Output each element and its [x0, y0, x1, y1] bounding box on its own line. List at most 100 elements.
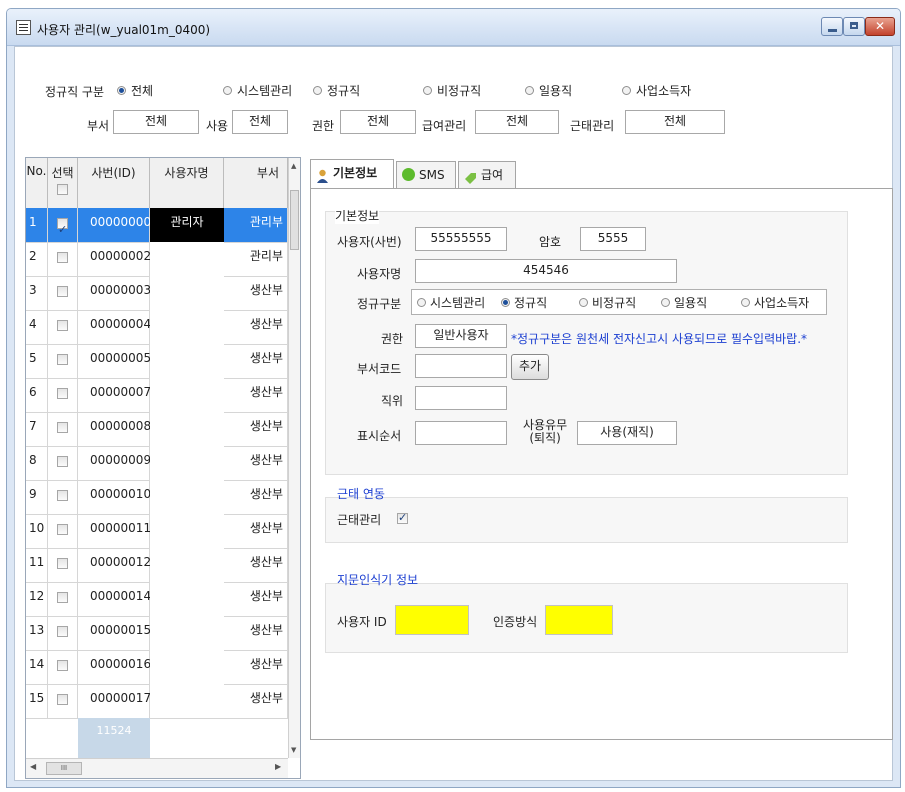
- row-select-checkbox[interactable]: [57, 388, 68, 399]
- row-select-cell: [48, 344, 78, 378]
- type-option-label[interactable]: 비정규직: [592, 294, 636, 311]
- table-row[interactable]: 1 00000000관리자관리부: [26, 208, 288, 244]
- filter-pay-field[interactable]: 전체: [475, 110, 559, 134]
- table-row[interactable]: 12 00000014 생산부: [26, 582, 288, 617]
- filter-type-radio-4[interactable]: [525, 86, 534, 95]
- table-row[interactable]: 6 00000007 생산부: [26, 378, 288, 413]
- password-label: 암호: [539, 235, 562, 249]
- table-row[interactable]: 11 00000012 생산부: [26, 548, 288, 583]
- attendance-checkbox[interactable]: [397, 511, 408, 524]
- type-radio-2[interactable]: [579, 298, 588, 307]
- filter-att-field[interactable]: 전체: [625, 110, 725, 134]
- position-field[interactable]: [415, 386, 507, 410]
- header-select[interactable]: 선택: [48, 158, 78, 208]
- filter-type-option-label[interactable]: 정규직: [327, 82, 360, 99]
- add-dept-button[interactable]: 추가: [511, 354, 549, 380]
- filter-type-option-label[interactable]: 사업소득자: [636, 82, 691, 99]
- horizontal-scroll-thumb[interactable]: III: [46, 762, 82, 775]
- vertical-scroll-thumb[interactable]: [290, 190, 299, 250]
- header-dept[interactable]: 부서: [224, 158, 288, 208]
- table-row[interactable]: 8 00000009 생산부: [26, 446, 288, 481]
- table-row[interactable]: 15 00000017 생산부: [26, 684, 288, 719]
- use-status-field[interactable]: 사용(재직): [577, 421, 677, 445]
- filter-use-field[interactable]: 전체: [232, 110, 288, 134]
- row-select-checkbox[interactable]: [57, 626, 68, 637]
- header-name[interactable]: 사용자명: [150, 158, 224, 208]
- scroll-right-arrow-icon[interactable]: ▶: [275, 762, 281, 771]
- row-select-checkbox[interactable]: [57, 320, 68, 331]
- header-no[interactable]: No.: [26, 158, 48, 208]
- row-select-checkbox[interactable]: [57, 592, 68, 603]
- select-all-checkbox[interactable]: [57, 184, 68, 195]
- fingerprint-user-id-field[interactable]: [395, 605, 469, 635]
- filter-type-option-label[interactable]: 비정규직: [437, 82, 481, 99]
- row-select-checkbox[interactable]: [57, 694, 68, 705]
- row-select-checkbox[interactable]: [57, 286, 68, 297]
- tab-pay[interactable]: 급여: [458, 161, 516, 189]
- filter-type-radio-3[interactable]: [423, 86, 432, 95]
- row-select-checkbox[interactable]: [57, 660, 68, 671]
- table-row[interactable]: 5 00000005 생산부: [26, 344, 288, 379]
- row-dept: 생산부: [224, 514, 288, 548]
- row-dept: 관리부: [224, 242, 288, 276]
- filter-type-radio-1[interactable]: [223, 86, 232, 95]
- dept-code-field[interactable]: [415, 354, 507, 378]
- row-select-checkbox[interactable]: [57, 422, 68, 433]
- scroll-left-arrow-icon[interactable]: ◀: [30, 762, 36, 771]
- table-row[interactable]: 3 00000003 생산부: [26, 276, 288, 311]
- row-select-checkbox[interactable]: [57, 252, 68, 263]
- minimize-button[interactable]: [821, 17, 843, 36]
- table-row[interactable]: 13 00000015 생산부: [26, 616, 288, 651]
- user-name-field[interactable]: 454546: [415, 259, 677, 283]
- password-field[interactable]: 5555: [580, 227, 646, 251]
- filter-type-option-label[interactable]: 전체: [131, 82, 153, 99]
- row-select-checkbox[interactable]: [57, 216, 68, 244]
- scroll-down-arrow-icon[interactable]: ▼: [291, 746, 296, 754]
- type-option-label[interactable]: 사업소득자: [754, 294, 809, 311]
- maximize-button[interactable]: [843, 17, 865, 36]
- tab-sms[interactable]: SMS: [396, 161, 456, 189]
- row-select-checkbox[interactable]: [57, 558, 68, 569]
- row-select-checkbox[interactable]: [57, 524, 68, 535]
- tab-basic-info-label: 기본정보: [333, 166, 378, 180]
- display-order-label: 표시순서: [357, 429, 402, 443]
- filter-dept-field[interactable]: 전체: [113, 110, 199, 134]
- type-option-label[interactable]: 일용직: [674, 294, 707, 311]
- filter-type-option-label[interactable]: 시스템관리: [237, 82, 292, 99]
- filter-type-option-label[interactable]: 일용직: [539, 82, 572, 99]
- type-option-label[interactable]: 정규직: [514, 294, 547, 311]
- table-row[interactable]: 9 00000010 생산부: [26, 480, 288, 515]
- filter-type-radio-2[interactable]: [313, 86, 322, 95]
- row-select-checkbox[interactable]: [57, 456, 68, 467]
- table-row[interactable]: 10 00000011 생산부: [26, 514, 288, 549]
- dept-code-label: 부서코드: [357, 362, 402, 376]
- row-select-checkbox[interactable]: [57, 490, 68, 501]
- display-order-field[interactable]: [415, 421, 507, 445]
- row-dept: 생산부: [224, 310, 288, 344]
- table-row[interactable]: 4 00000004 생산부: [26, 310, 288, 345]
- scroll-up-arrow-icon[interactable]: ▲: [291, 162, 296, 170]
- header-id[interactable]: 사번(ID): [78, 158, 150, 208]
- row-select-checkbox[interactable]: [57, 354, 68, 365]
- filter-type-radio-0[interactable]: [117, 86, 126, 95]
- table-row[interactable]: 7 00000008 생산부: [26, 412, 288, 447]
- tab-basic-info[interactable]: 기본정보: [310, 159, 394, 189]
- row-no: 10: [26, 514, 48, 548]
- type-radio-0[interactable]: [417, 298, 426, 307]
- filter-auth-field[interactable]: 전체: [340, 110, 416, 134]
- close-button[interactable]: [865, 17, 895, 36]
- table-row[interactable]: 14 00000016 생산부: [26, 650, 288, 685]
- user-no-label: 사용자(사번): [337, 235, 402, 249]
- type-radio-3[interactable]: [661, 298, 670, 307]
- grid-horizontal-scrollbar[interactable]: ◀ III ▶: [26, 758, 288, 778]
- user-no-field[interactable]: 55555555: [415, 227, 507, 251]
- grid-vertical-scrollbar[interactable]: ▲ ▼: [288, 158, 300, 758]
- filter-type-radio-5[interactable]: [622, 86, 631, 95]
- row-name: [150, 344, 224, 378]
- auth-field[interactable]: 일반사용자: [415, 324, 507, 348]
- table-row[interactable]: 2 00000002 관리부: [26, 242, 288, 277]
- type-option-label[interactable]: 시스템관리: [430, 294, 485, 311]
- type-radio-4[interactable]: [741, 298, 750, 307]
- fingerprint-auth-method-field[interactable]: [545, 605, 613, 635]
- type-radio-1[interactable]: [501, 298, 510, 307]
